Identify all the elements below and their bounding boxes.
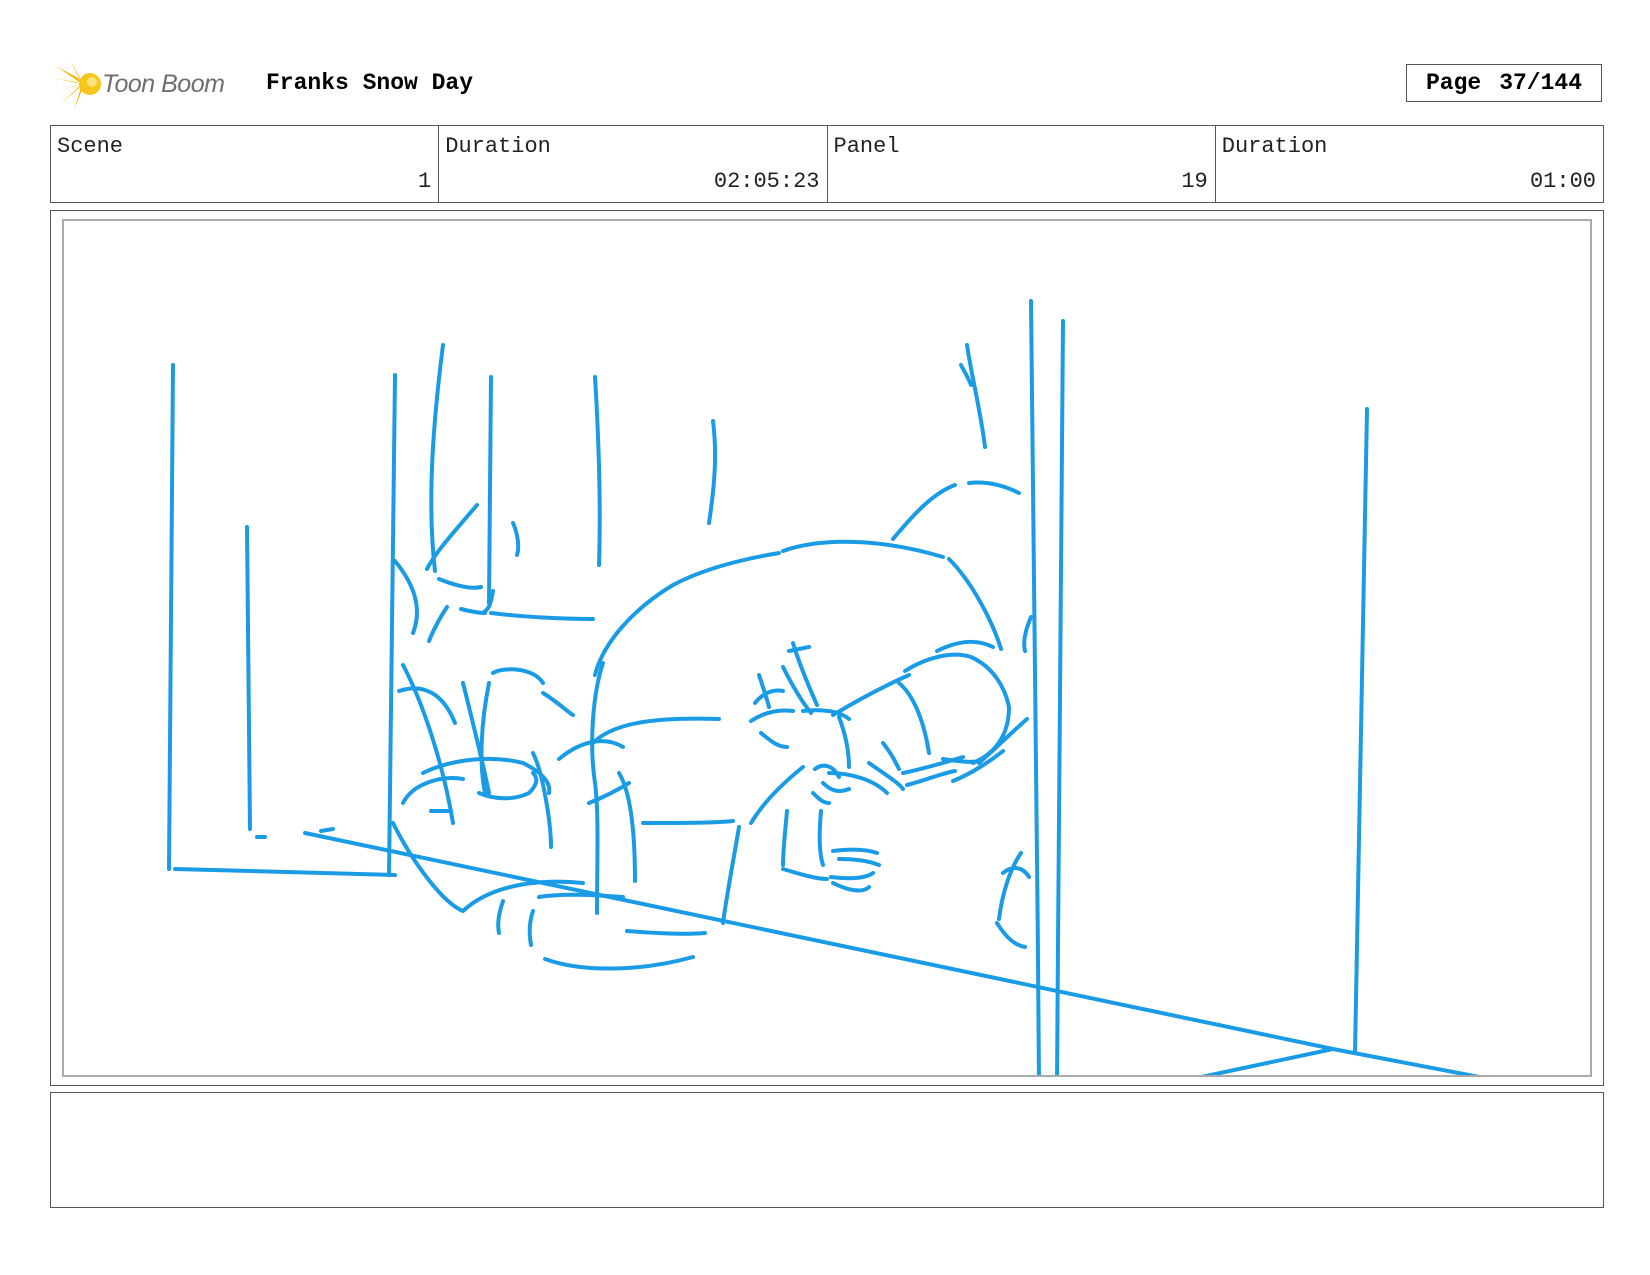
scene-duration-cell: Duration 02:05:23 [439,126,828,202]
sketch-area [62,219,1592,1077]
toon-boom-logo: Toon Boom [52,56,252,112]
panel-info-table: Scene 1 Duration 02:05:23 Panel 19 Durat… [50,125,1604,203]
scene-duration-label: Duration [445,134,551,159]
scene-label: Scene [57,134,124,159]
panel-value: 19 [1181,169,1208,194]
scene-cell: Scene 1 [51,126,440,202]
panel-notes-box [50,1092,1604,1208]
panel-label: Panel [833,134,900,159]
page-value: 37/144 [1499,70,1583,96]
scene-duration-value: 02:05:23 [713,169,820,194]
starburst-icon [52,60,101,110]
logo-text: Toon Boom [102,69,225,98]
panel-frame [50,210,1604,1086]
page-label: Page [1425,70,1482,96]
panel-duration-label: Duration [1221,134,1328,159]
page-indicator: Page 37/144 [1406,64,1602,102]
panel-duration-value: 01:00 [1529,169,1596,194]
scene-value: 1 [418,169,432,194]
storyboard-sketch [167,299,1480,1075]
project-title: Franks Snow Day [266,70,474,96]
panel-cell: Panel 19 [828,126,1216,202]
panel-duration-cell: Duration 01:00 [1216,126,1603,202]
